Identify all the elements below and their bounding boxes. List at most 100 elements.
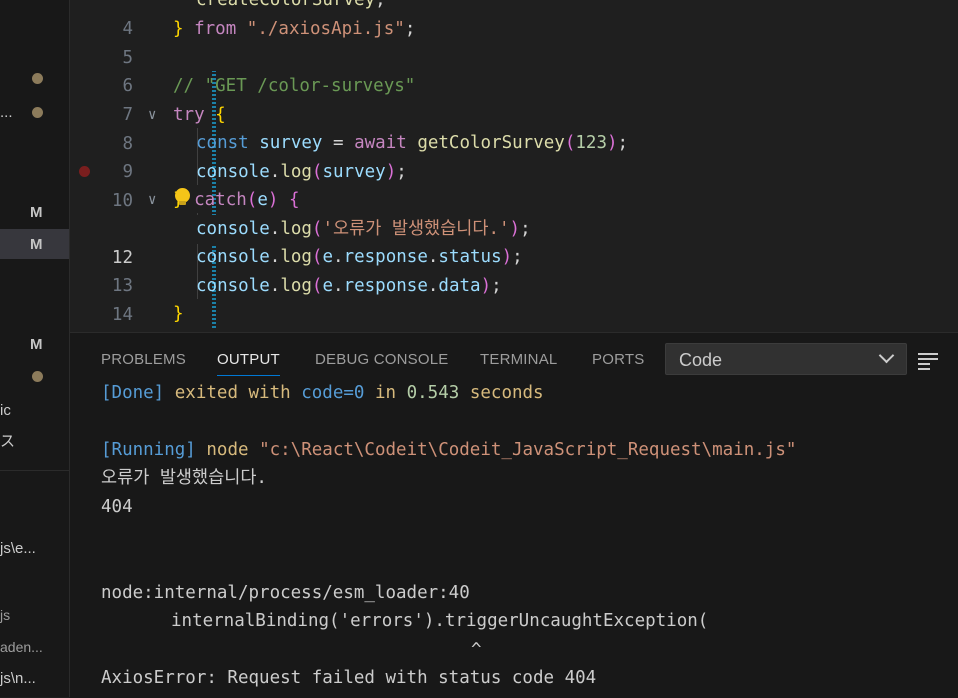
token: from bbox=[194, 19, 237, 39]
token: survey bbox=[259, 133, 323, 153]
code-line: 13 console.log(e.response.status); bbox=[70, 243, 958, 296]
explorer-item[interactable]: ス bbox=[0, 426, 69, 456]
token: catch bbox=[194, 190, 247, 210]
output-line: AxiosError: Request failed with status c… bbox=[101, 668, 597, 688]
code-line: 14 console.log(e.response.data); bbox=[70, 272, 958, 325]
output-token: in bbox=[374, 383, 397, 403]
token: getColorSurvey bbox=[417, 133, 565, 153]
token: log bbox=[280, 162, 312, 182]
token: createColorSurvey bbox=[196, 0, 376, 10]
code-text: createColorSurvey, bbox=[196, 0, 386, 15]
token: await bbox=[354, 133, 407, 153]
token: status bbox=[438, 247, 502, 267]
code-line: 9 const survey = await getColorSurvey(12… bbox=[70, 129, 958, 182]
chevron-down-icon bbox=[878, 347, 895, 364]
comment-text: // "GET /color-surveys" bbox=[173, 76, 416, 96]
code-text: console.log(e.response.status); bbox=[196, 247, 523, 267]
explorer-item-label: ス bbox=[0, 433, 16, 450]
code-line: 10 console.log(survey); bbox=[70, 158, 958, 211]
token: response bbox=[343, 276, 428, 296]
output-token: "c:\React\Codeit\Codeit_JavaScript_Reque… bbox=[259, 440, 797, 460]
code-line: 8 ∨ try { bbox=[70, 101, 958, 154]
git-status-badge: M bbox=[30, 204, 43, 221]
word-wrap-icon[interactable] bbox=[918, 352, 940, 370]
unsaved-dot-icon bbox=[32, 371, 43, 382]
bottom-panel: PROBLEMS OUTPUT DEBUG CONSOLE TERMINAL P… bbox=[70, 332, 958, 698]
git-status-badge: M bbox=[30, 236, 43, 253]
code-text: } catch(e) { bbox=[173, 190, 300, 210]
explorer-item-label: aden... bbox=[0, 639, 43, 655]
tab-terminal[interactable]: TERMINAL bbox=[480, 351, 557, 368]
git-status-badge: M bbox=[30, 336, 43, 353]
code-text: console.log(e.response.data); bbox=[196, 276, 502, 296]
code-text: try { bbox=[173, 105, 226, 125]
tab-output[interactable]: OUTPUT bbox=[217, 351, 280, 376]
token: response bbox=[343, 247, 428, 267]
unsaved-dot-icon bbox=[32, 107, 43, 118]
token: console bbox=[196, 162, 270, 182]
code-line: 11 ∨ } catch(e) { bbox=[70, 186, 958, 239]
token: 123 bbox=[575, 133, 607, 153]
unsaved-dot-icon bbox=[32, 73, 43, 84]
sidebar-divider bbox=[0, 470, 69, 471]
panel-tabs: PROBLEMS OUTPUT DEBUG CONSOLE TERMINAL P… bbox=[70, 333, 958, 381]
token: console bbox=[196, 247, 270, 267]
output-line: [Done] exited with code=0 in 0.543 secon… bbox=[101, 379, 544, 408]
token: e bbox=[257, 190, 268, 210]
token: survey bbox=[322, 162, 386, 182]
fold-chevron-icon[interactable]: ∨ bbox=[148, 101, 156, 130]
token: e bbox=[322, 247, 334, 267]
output-line: 오류가 발생했습니다. bbox=[101, 468, 267, 488]
output-token: [Running] bbox=[101, 440, 196, 460]
token: const bbox=[196, 133, 249, 153]
explorer-item[interactable]: js bbox=[0, 601, 69, 631]
code-text: } from "./axiosApi.js"; bbox=[173, 19, 416, 39]
code-line-current: 12 console.log('오류가 발생했습니다.'); bbox=[70, 215, 958, 268]
code-text: const survey = await getColorSurvey(123)… bbox=[196, 133, 629, 153]
output-line: [Running] node "c:\React\Codeit\Codeit_J… bbox=[101, 436, 796, 465]
explorer-item[interactable]: ic bbox=[0, 396, 69, 426]
explorer-item-label: js\n... bbox=[0, 670, 36, 687]
explorer-item[interactable]: M bbox=[0, 330, 69, 360]
lightbulb-icon[interactable] bbox=[175, 188, 190, 205]
token: '오류가 발생했습니다.' bbox=[322, 219, 510, 239]
output-line: internalBinding('errors').triggerUncaugh… bbox=[171, 611, 709, 631]
token: log bbox=[280, 247, 312, 267]
token: try bbox=[173, 105, 205, 125]
output-channel-select[interactable]: Code bbox=[665, 343, 907, 375]
token: console bbox=[196, 276, 270, 296]
fold-chevron-icon[interactable]: ∨ bbox=[148, 186, 156, 215]
token: e bbox=[322, 276, 334, 296]
token: log bbox=[280, 219, 312, 239]
output-line: ^ bbox=[471, 640, 482, 660]
code-line: 7 // "GET /color-surveys" bbox=[70, 72, 958, 125]
code-line: 5 } from "./axiosApi.js"; bbox=[70, 15, 958, 68]
explorer-item[interactable]: M bbox=[0, 198, 69, 228]
token: log bbox=[280, 276, 312, 296]
tab-debug-console[interactable]: DEBUG CONSOLE bbox=[315, 351, 448, 368]
explorer-item-label: ic bbox=[0, 402, 11, 419]
output-token: code=0 bbox=[301, 383, 365, 403]
token: console bbox=[196, 219, 270, 239]
tab-ports[interactable]: PORTS bbox=[592, 351, 644, 368]
explorer-item-label: js\e... bbox=[0, 540, 36, 557]
code-text: console.log('오류가 발생했습니다.'); bbox=[196, 219, 531, 239]
tab-problems[interactable]: PROBLEMS bbox=[101, 351, 186, 368]
explorer-item[interactable]: js\n... bbox=[0, 665, 69, 695]
output-line: node:internal/process/esm_loader:40 bbox=[101, 583, 470, 603]
output-channel-value: Code bbox=[679, 350, 723, 370]
output-token: node bbox=[206, 440, 249, 460]
output-token: 0.543 bbox=[406, 383, 460, 403]
explorer-sidebar: ... M M M ic ス js\e... js aden... js\n..… bbox=[0, 0, 70, 697]
explorer-item[interactable]: js\e... bbox=[0, 534, 69, 564]
output-token: [Done] bbox=[101, 383, 165, 403]
token: "./axiosApi.js" bbox=[246, 19, 405, 39]
code-line: 4 createColorSurvey, bbox=[70, 0, 958, 39]
explorer-item-active[interactable]: M bbox=[0, 229, 69, 259]
code-editor[interactable]: 4 createColorSurvey, 5 } from "./axiosAp… bbox=[70, 0, 958, 332]
explorer-item-label: ... bbox=[0, 104, 13, 121]
output-line: 404 bbox=[101, 497, 133, 517]
code-text: } bbox=[173, 304, 184, 324]
explorer-item[interactable]: aden... bbox=[0, 633, 69, 663]
output-token: seconds bbox=[469, 383, 544, 403]
